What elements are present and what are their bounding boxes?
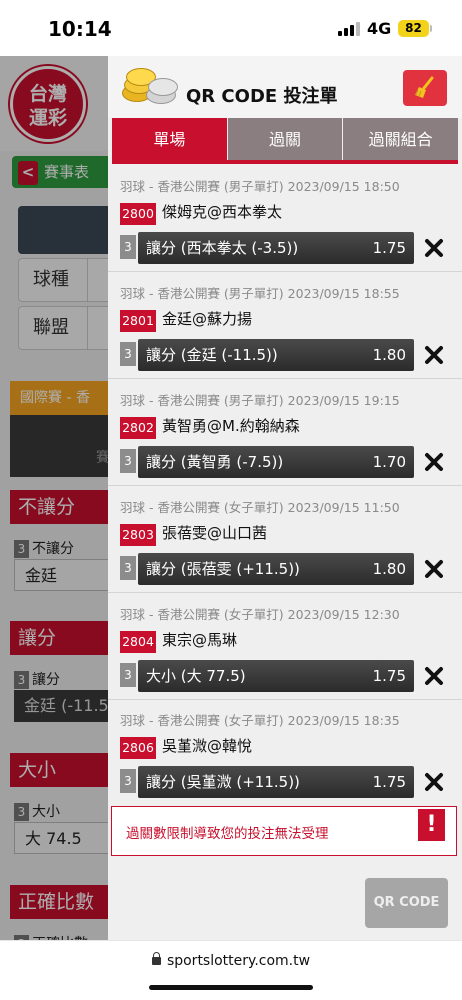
bet-item: 羽球 - 香港公開賽 (男子單打) 2023/09/15 19:15 2802 …	[108, 380, 462, 486]
battery-tip	[430, 25, 432, 32]
bet-match: 黃智勇@M.約翰納森	[162, 417, 300, 435]
bet-code: 2804	[120, 631, 156, 653]
parlay-limit-warning: 過關數限制導致您的投注無法受理 !	[111, 806, 457, 856]
bet-selection-label: 讓分 (黃智勇 (-7.5))	[146, 453, 284, 471]
bet-match: 傑姆克@西本拳太	[162, 203, 283, 221]
bet-selection[interactable]: 讓分 (金廷 (-11.5)) 1.80	[138, 339, 414, 371]
panel-title: QR CODE 投注單	[186, 86, 338, 107]
bet-selection[interactable]: 大小 (大 77.5) 1.75	[138, 660, 414, 692]
bet-odds: 1.75	[372, 239, 406, 257]
bet-item: 羽球 - 香港公開賽 (女子單打) 2023/09/15 12:30 2804 …	[108, 594, 462, 700]
bet-meta: 羽球 - 香港公開賽 (女子單打) 2023/09/15 12:30	[120, 607, 400, 622]
bet-match: 張蓓雯@山口茜	[162, 524, 268, 542]
home-indicator[interactable]	[149, 985, 313, 990]
bet-selection-label: 大小 (大 77.5)	[146, 667, 246, 685]
remove-bet-icon[interactable]	[424, 559, 444, 579]
warning-text: 過關數限制導致您的投注無法受理	[126, 826, 329, 842]
status-time: 10:14	[48, 17, 112, 41]
url-text: sportslottery.com.tw	[166, 953, 311, 969]
bet-type-tabs: 單場 過關 過關組合	[112, 118, 459, 162]
network-type: 4G	[367, 19, 392, 38]
remove-bet-icon[interactable]	[424, 345, 444, 365]
bet-odds: 1.75	[372, 667, 406, 685]
bet-index: 3	[120, 556, 136, 580]
bet-meta: 羽球 - 香港公開賽 (女子單打) 2023/09/15 18:35	[120, 713, 400, 728]
bet-odds: 1.75	[372, 773, 406, 791]
bet-index: 3	[120, 663, 136, 687]
bet-index: 3	[120, 769, 136, 793]
remove-bet-icon[interactable]	[424, 666, 444, 686]
remove-bet-icon[interactable]	[424, 238, 444, 258]
bet-index: 3	[120, 342, 136, 366]
coins-icon	[120, 68, 178, 108]
bet-index: 3	[120, 235, 136, 259]
bet-selection[interactable]: 讓分 (黃智勇 (-7.5)) 1.70	[138, 446, 414, 478]
bet-selection-label: 讓分 (金廷 (-11.5))	[146, 346, 278, 364]
panel-header: QR CODE 投注單	[108, 56, 462, 118]
qr-code-button[interactable]: QR CODE	[365, 878, 448, 928]
tab-parlay[interactable]: 過關	[227, 118, 344, 162]
bet-item: 羽球 - 香港公開賽 (男子單打) 2023/09/15 18:55 2801 …	[108, 273, 462, 379]
bet-index: 3	[120, 449, 136, 473]
qr-bet-slip-panel: QR CODE 投注單 單場 過關 過關組合 羽球 - 香港公開賽 (男子單打)…	[108, 56, 462, 940]
bet-meta: 羽球 - 香港公開賽 (男子單打) 2023/09/15 18:55	[120, 286, 400, 301]
bet-code: 2802	[120, 417, 156, 439]
remove-bet-icon[interactable]	[424, 452, 444, 472]
bet-match: 東宗@馬琳	[162, 631, 238, 649]
bet-meta: 羽球 - 香港公開賽 (男子單打) 2023/09/15 18:50	[120, 179, 400, 194]
bet-selection[interactable]: 讓分 (西本拳太 (-3.5)) 1.75	[138, 232, 414, 264]
bet-selection-label: 讓分 (西本拳太 (-3.5))	[146, 239, 299, 257]
bet-item: 羽球 - 香港公開賽 (女子單打) 2023/09/15 11:50 2803 …	[108, 487, 462, 593]
bet-code: 2800	[120, 203, 156, 225]
url-display[interactable]: sportslottery.com.tw	[0, 952, 462, 969]
bet-code: 2803	[120, 524, 156, 546]
bet-odds: 1.80	[372, 346, 406, 364]
bet-meta: 羽球 - 香港公開賽 (男子單打) 2023/09/15 19:15	[120, 393, 400, 408]
bet-match: 金廷@蘇力揚	[162, 310, 253, 328]
bet-selection-label: 讓分 (張蓓雯 (+11.5))	[146, 560, 300, 578]
bet-selection[interactable]: 讓分 (張蓓雯 (+11.5)) 1.80	[138, 553, 414, 585]
status-bar: 10:14 4G 82	[0, 0, 462, 56]
tab-underline	[112, 160, 458, 164]
remove-bet-icon[interactable]	[424, 772, 444, 792]
bet-meta: 羽球 - 香港公開賽 (女子單打) 2023/09/15 11:50	[120, 500, 400, 515]
bet-match: 吳堇溦@韓悅	[162, 737, 253, 755]
bet-item: 羽球 - 香港公開賽 (女子單打) 2023/09/15 18:35 2806 …	[108, 700, 462, 806]
bet-odds: 1.70	[372, 453, 406, 471]
bet-odds: 1.80	[372, 560, 406, 578]
bet-selection-label: 讓分 (吳堇溦 (+11.5))	[146, 773, 300, 791]
signal-icon	[338, 22, 360, 36]
bet-code: 2806	[120, 737, 156, 759]
lock-icon	[151, 952, 161, 965]
bet-code: 2801	[120, 310, 156, 332]
clear-all-button[interactable]	[403, 70, 447, 106]
exclamation-icon: !	[418, 809, 445, 841]
browser-url-bar[interactable]: sportslottery.com.tw	[0, 940, 462, 1000]
bet-selection[interactable]: 讓分 (吳堇溦 (+11.5)) 1.75	[138, 766, 414, 798]
broom-icon	[415, 76, 434, 98]
battery-icon: 82	[398, 20, 429, 37]
tab-parlay-combo[interactable]: 過關組合	[343, 118, 459, 162]
tab-single[interactable]: 單場	[112, 118, 228, 162]
bet-item: 羽球 - 香港公開賽 (男子單打) 2023/09/15 18:50 2800 …	[108, 166, 462, 272]
